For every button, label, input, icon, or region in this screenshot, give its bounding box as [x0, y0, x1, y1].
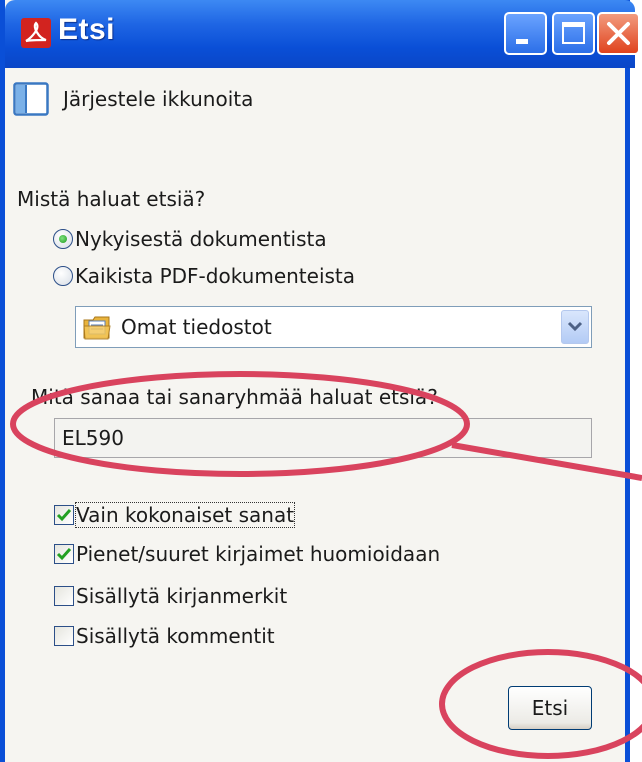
window-layout-icon[interactable] [13, 82, 49, 120]
where-question: Mistä haluat etsiä? [17, 187, 206, 211]
checkmark-icon [56, 509, 72, 522]
adobe-pdf-icon [21, 18, 51, 48]
checkbox-comments-label[interactable]: Sisällytä kommentit [76, 624, 275, 648]
checkbox-bookmarks[interactable] [54, 586, 74, 606]
radio-all-pdf-label[interactable]: Kaikista PDF-dokumenteista [75, 264, 355, 288]
close-icon [607, 22, 630, 45]
title-bar[interactable]: Etsi [5, 0, 640, 68]
radio-selected-dot [59, 235, 67, 243]
minimize-icon [516, 39, 528, 44]
checkbox-whole-words[interactable] [54, 505, 74, 525]
search-window: Etsi Järjestele ikkunoita Mistä haluat e… [0, 0, 640, 762]
maximize-icon [562, 22, 585, 44]
window-title: Etsi [58, 13, 116, 46]
arrange-windows-link[interactable]: Järjestele ikkunoita [63, 87, 253, 111]
checkbox-match-case[interactable] [54, 544, 74, 564]
chevron-down-icon [567, 321, 583, 332]
location-select[interactable]: Omat tiedostot [75, 306, 592, 348]
radio-all-pdf[interactable] [53, 266, 73, 286]
minimize-button[interactable] [504, 12, 547, 55]
radio-current-document[interactable] [53, 229, 73, 249]
radio-current-document-label[interactable]: Nykyisestä dokumentista [75, 227, 327, 251]
folder-documents-icon [82, 312, 112, 346]
close-button[interactable] [597, 12, 640, 55]
checkmark-icon [56, 548, 72, 561]
checkbox-match-case-label[interactable]: Pienet/suuret kirjaimet huomioidaan [76, 542, 440, 566]
what-question: Mitä sanaa tai sanaryhmää haluat etsiä? [31, 385, 438, 409]
dropdown-arrow[interactable] [561, 310, 589, 344]
maximize-button[interactable] [552, 12, 595, 55]
checkbox-bookmarks-label[interactable]: Sisällytä kirjanmerkit [76, 584, 287, 608]
checkbox-comments[interactable] [54, 626, 74, 646]
location-select-value: Omat tiedostot [121, 315, 272, 339]
search-button[interactable]: Etsi [508, 686, 592, 730]
checkbox-whole-words-label[interactable]: Vain kokonaiset sanat [74, 502, 296, 528]
search-input[interactable]: EL590 [54, 418, 592, 458]
